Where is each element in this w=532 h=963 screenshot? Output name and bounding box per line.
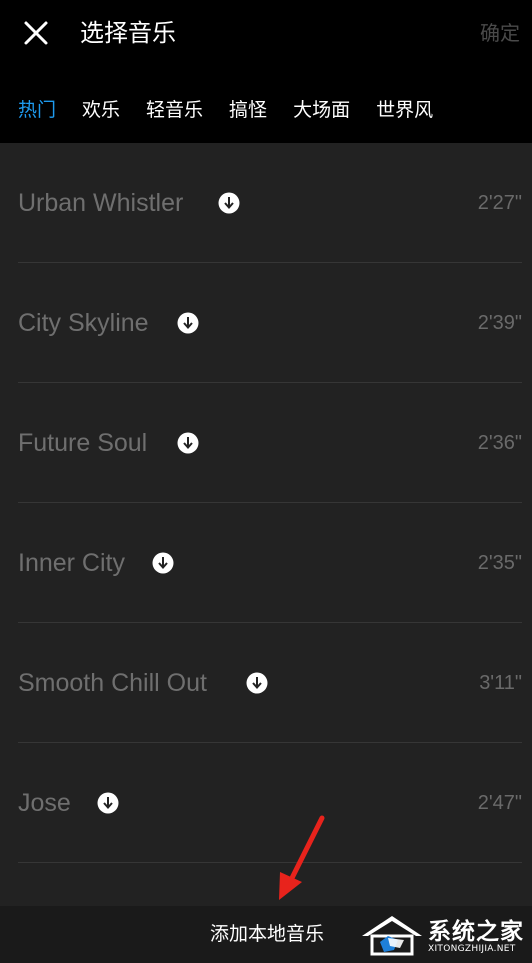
track-duration: 3'11": [479, 672, 522, 694]
add-local-music-button[interactable]: 添加本地音乐: [210, 920, 324, 948]
download-icon[interactable]: [246, 672, 268, 694]
track-name: Smooth Chill Out: [18, 669, 207, 697]
close-icon: [24, 21, 48, 45]
track-duration: 2'36": [477, 432, 522, 454]
track-name: Jose: [18, 789, 71, 817]
track-name: Urban Whistler: [18, 189, 184, 217]
watermark: 系统之家 XITONGZHIJIA.NET: [356, 906, 532, 963]
track-duration: 2'27": [477, 192, 522, 214]
track-list: Urban Whistler 2'27" City Skyline 2'39" …: [0, 143, 532, 863]
download-icon[interactable]: [177, 312, 199, 334]
track-duration: 2'47": [477, 792, 522, 814]
watermark-title: 系统之家: [428, 919, 524, 945]
music-picker-screen: 选择音乐 确定 热门 欢乐 轻音乐 搞怪 大场面 世界风 Urban Whist…: [0, 0, 532, 963]
red-arrow-annotation: [279, 815, 325, 900]
tab-light-music[interactable]: 轻音乐: [146, 90, 203, 130]
track-row[interactable]: Urban Whistler 2'27": [0, 143, 532, 263]
tab-epic[interactable]: 大场面: [293, 90, 350, 130]
download-icon[interactable]: [177, 432, 199, 454]
track-row[interactable]: Jose 2'47": [0, 743, 532, 863]
page-title: 选择音乐: [80, 19, 176, 47]
category-tabs: 热门 欢乐 轻音乐 搞怪 大场面 世界风: [0, 90, 433, 130]
tab-joyful[interactable]: 欢乐: [82, 90, 120, 130]
track-row[interactable]: Inner City 2'35": [0, 503, 532, 623]
tab-funny[interactable]: 搞怪: [229, 90, 267, 130]
track-row[interactable]: Smooth Chill Out 3'11": [0, 623, 532, 743]
track-name: Inner City: [18, 549, 125, 577]
download-icon[interactable]: [218, 192, 240, 214]
track-name: City Skyline: [18, 309, 149, 337]
house-logo-icon: [362, 916, 422, 956]
close-button[interactable]: [22, 19, 50, 47]
track-duration: 2'35": [477, 552, 522, 574]
track-row[interactable]: City Skyline 2'39": [0, 263, 532, 383]
track-name: Future Soul: [18, 429, 148, 457]
track-duration: 2'39": [477, 312, 522, 334]
top-bar: 选择音乐 确定 热门 欢乐 轻音乐 搞怪 大场面 世界风: [0, 0, 532, 143]
tab-world[interactable]: 世界风: [376, 90, 433, 130]
confirm-button[interactable]: 确定: [480, 16, 520, 50]
watermark-url: XITONGZHIJIA.NET: [428, 944, 516, 954]
tab-hot[interactable]: 热门: [18, 90, 56, 130]
download-icon[interactable]: [152, 552, 174, 574]
track-row[interactable]: Future Soul 2'36": [0, 383, 532, 503]
download-icon[interactable]: [97, 792, 119, 814]
